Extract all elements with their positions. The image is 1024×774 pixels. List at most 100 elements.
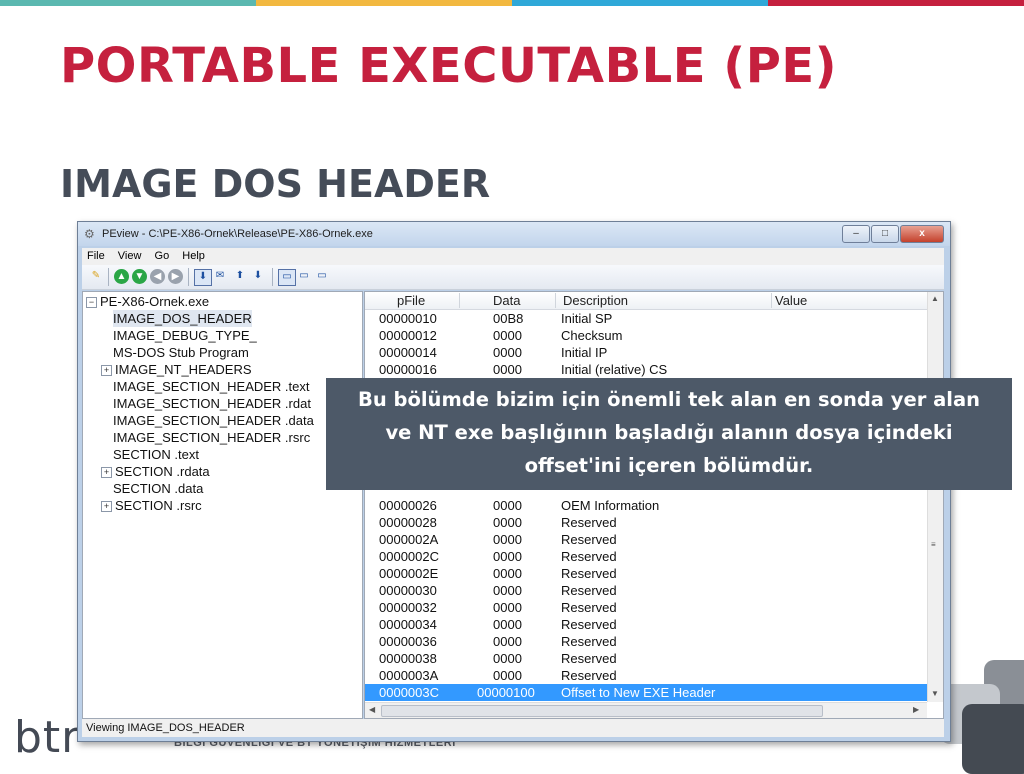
strip-blue bbox=[512, 0, 768, 6]
table-row[interactable]: 0000003C 00000100 Offset to New EXE Header bbox=[365, 684, 927, 701]
tree-item[interactable]: IMAGE_DOS_HEADER bbox=[113, 310, 252, 327]
detail-view-icon[interactable]: ▭ bbox=[296, 269, 312, 284]
table-row[interactable]: 0000002A 0000 Reserved bbox=[365, 531, 927, 548]
list-view-icon[interactable]: ▭ bbox=[278, 269, 296, 286]
scroll-left-icon[interactable]: ◀ bbox=[369, 705, 375, 714]
tree-item[interactable]: SECTION .data bbox=[113, 480, 203, 497]
view-qword-icon[interactable]: ⬇ bbox=[250, 269, 266, 284]
table-row[interactable]: 00000034 0000 Reserved bbox=[365, 616, 927, 633]
small-view-icon[interactable]: ▭ bbox=[314, 269, 330, 284]
scroll-up-icon[interactable]: ▲ bbox=[931, 294, 939, 303]
view-word-icon[interactable]: ✉ bbox=[212, 269, 228, 284]
tree-item[interactable]: + IMAGE_NT_HEADERS bbox=[101, 361, 252, 378]
horizontal-scrollbar[interactable]: ◀ ▶ bbox=[365, 702, 927, 718]
tree-item-label: IMAGE_SECTION_HEADER .text bbox=[113, 379, 310, 394]
cell-data: 0000 bbox=[493, 362, 522, 377]
expand-icon[interactable]: + bbox=[101, 467, 112, 478]
callout-line-3: offset'ini içeren bölümdür. bbox=[524, 454, 814, 477]
tree-root-label: PE-X86-Ornek.exe bbox=[100, 294, 210, 309]
cell-data: 0000 bbox=[493, 600, 522, 615]
vertical-scrollbar[interactable]: ▲ ≡ ▼ bbox=[927, 292, 943, 702]
back-icon[interactable]: ▲ bbox=[114, 269, 129, 284]
cell-desc: Reserved bbox=[561, 668, 617, 683]
menu-help[interactable]: Help bbox=[177, 248, 210, 262]
tree-item[interactable]: IMAGE_SECTION_HEADER .data bbox=[113, 412, 314, 429]
table-row[interactable]: 00000032 0000 Reserved bbox=[365, 599, 927, 616]
cell-desc: Reserved bbox=[561, 532, 617, 547]
table-row[interactable]: 00000038 0000 Reserved bbox=[365, 650, 927, 667]
table-row[interactable]: 0000002C 0000 Reserved bbox=[365, 548, 927, 565]
cell-pfile: 00000038 bbox=[379, 651, 437, 666]
cell-pfile: 00000034 bbox=[379, 617, 437, 632]
cell-desc: Reserved bbox=[561, 634, 617, 649]
close-button[interactable]: x bbox=[900, 225, 944, 243]
table-row[interactable]: 00000036 0000 Reserved bbox=[365, 633, 927, 650]
scroll-down-icon[interactable]: ▼ bbox=[931, 689, 939, 698]
tree-item[interactable]: IMAGE_SECTION_HEADER .text bbox=[113, 378, 310, 395]
table-row[interactable]: 00000014 0000 Initial IP bbox=[365, 344, 927, 361]
scroll-right-icon[interactable]: ▶ bbox=[913, 705, 919, 714]
table-row[interactable]: 00000012 0000 Checksum bbox=[365, 327, 927, 344]
cell-desc: Initial (relative) CS bbox=[561, 362, 668, 377]
strip-red bbox=[768, 0, 1024, 6]
tree-item-label: MS-DOS Stub Program bbox=[113, 345, 249, 360]
detail-list-pane: pFile Data Description Value 00000010 00B… bbox=[364, 291, 944, 719]
expand-icon[interactable]: + bbox=[101, 365, 112, 376]
table-row[interactable]: 00000016 0000 Initial (relative) CS bbox=[365, 361, 927, 378]
tree-root[interactable]: − PE-X86-Ornek.exe bbox=[86, 293, 209, 310]
tree-item-label: IMAGE_SECTION_HEADER .data bbox=[113, 413, 314, 428]
forward-icon[interactable]: ▼ bbox=[132, 269, 147, 284]
nav-back-icon[interactable]: ◀ bbox=[150, 269, 165, 284]
tree-item[interactable]: IMAGE_DEBUG_TYPE_ bbox=[113, 327, 257, 344]
cell-pfile: 00000012 bbox=[379, 328, 437, 343]
cell-desc: Reserved bbox=[561, 566, 617, 581]
cell-desc: OEM Information bbox=[561, 498, 660, 513]
tree-item[interactable]: IMAGE_SECTION_HEADER .rdat bbox=[113, 395, 311, 412]
callout-line-1: Bu bölümde bizim için önemli tek alan en… bbox=[357, 388, 980, 411]
table-row[interactable]: 00000010 00B8 Initial SP bbox=[365, 310, 927, 327]
menu-go[interactable]: Go bbox=[150, 248, 175, 262]
strip-yellow bbox=[256, 0, 512, 6]
column-header-pfile[interactable]: pFile bbox=[397, 293, 425, 308]
tree-item-label: IMAGE_SECTION_HEADER .rdat bbox=[113, 396, 311, 411]
view-dword-icon[interactable]: ⬆ bbox=[232, 269, 248, 284]
tree-item[interactable]: SECTION .text bbox=[113, 446, 199, 463]
window-titlebar[interactable]: ⚙ PEview - C:\PE-X86-Ornek\Release\PE-X8… bbox=[78, 222, 950, 246]
minimize-button[interactable]: – bbox=[842, 225, 870, 243]
cell-data: 0000 bbox=[493, 549, 522, 564]
tree-item-label: IMAGE_NT_HEADERS bbox=[115, 362, 252, 377]
window-title: PEview - C:\PE-X86-Ornek\Release\PE-X86-… bbox=[102, 228, 373, 240]
tree-item[interactable]: + SECTION .rsrc bbox=[101, 497, 202, 514]
menu-file[interactable]: File bbox=[82, 248, 110, 262]
collapse-icon[interactable]: − bbox=[86, 297, 97, 308]
table-row[interactable]: 00000030 0000 Reserved bbox=[365, 582, 927, 599]
tree-item[interactable]: IMAGE_SECTION_HEADER .rsrc bbox=[113, 429, 310, 446]
view-byte-icon[interactable]: ⬇ bbox=[194, 269, 212, 286]
tree-item-label: IMAGE_SECTION_HEADER .rsrc bbox=[113, 430, 311, 445]
table-row[interactable]: 00000026 0000 OEM Information bbox=[365, 497, 927, 514]
tree-item[interactable]: + SECTION .rdata bbox=[101, 463, 210, 480]
tree-item[interactable]: MS-DOS Stub Program bbox=[113, 344, 249, 361]
cell-data: 0000 bbox=[493, 328, 522, 343]
column-header-description[interactable]: Description bbox=[563, 293, 628, 308]
scroll-grip-icon[interactable]: ≡ bbox=[931, 540, 936, 549]
tree-item-label: IMAGE_DOS_HEADER bbox=[113, 311, 252, 326]
horizontal-scroll-thumb[interactable] bbox=[381, 705, 823, 717]
column-header-value[interactable]: Value bbox=[775, 293, 807, 308]
nav-forward-icon[interactable]: ▶ bbox=[168, 269, 183, 284]
table-row[interactable]: 00000028 0000 Reserved bbox=[365, 514, 927, 531]
cell-pfile: 0000003C bbox=[379, 685, 439, 700]
strip-teal bbox=[0, 0, 256, 6]
slide-title: PORTABLE EXECUTABLE (PE) bbox=[60, 38, 838, 94]
table-row[interactable]: 0000002E 0000 Reserved bbox=[365, 565, 927, 582]
open-icon[interactable]: ✎ bbox=[88, 269, 104, 284]
maximize-button[interactable]: □ bbox=[871, 225, 899, 243]
cell-data: 0000 bbox=[493, 515, 522, 530]
expand-icon[interactable]: + bbox=[101, 501, 112, 512]
column-header-data[interactable]: Data bbox=[493, 293, 520, 308]
table-row[interactable]: 0000003A 0000 Reserved bbox=[365, 667, 927, 684]
cell-data: 0000 bbox=[493, 345, 522, 360]
top-color-strip bbox=[0, 0, 1024, 6]
callout-line-2: ve NT exe başlığının başladığı alanın do… bbox=[385, 421, 953, 444]
menu-view[interactable]: View bbox=[113, 248, 147, 262]
